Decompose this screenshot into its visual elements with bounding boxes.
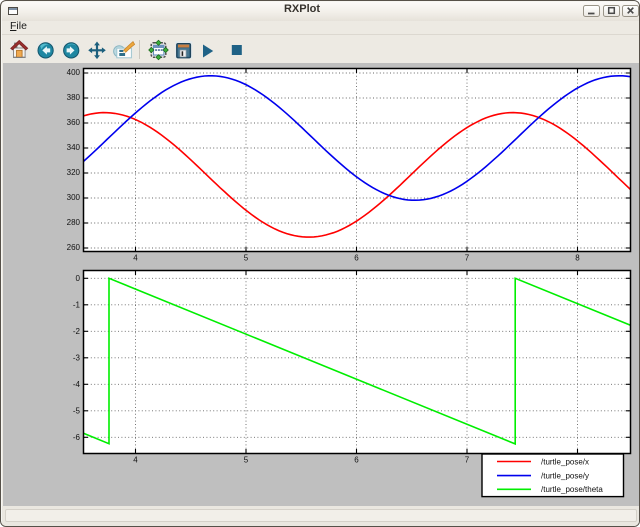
svg-text:-1: -1 (73, 301, 81, 310)
svg-text:6: 6 (354, 254, 359, 263)
svg-text:-3: -3 (73, 354, 81, 363)
svg-text:7: 7 (465, 254, 470, 263)
svg-text:/turtle_pose/theta: /turtle_pose/theta (541, 485, 603, 494)
svg-text:4: 4 (133, 254, 138, 263)
svg-text:5: 5 (244, 456, 249, 465)
svg-text:380: 380 (67, 93, 81, 102)
svg-text:280: 280 (67, 218, 81, 227)
svg-text:360: 360 (67, 118, 81, 127)
svg-text:/turtle_pose/x: /turtle_pose/x (541, 457, 589, 466)
svg-text:-6: -6 (73, 433, 81, 442)
svg-text:4: 4 (133, 456, 138, 465)
svg-text:-2: -2 (73, 327, 81, 336)
svg-text:8: 8 (575, 254, 580, 263)
svg-text:5: 5 (244, 254, 249, 263)
svg-text:300: 300 (67, 193, 81, 202)
svg-text:-4: -4 (73, 380, 81, 389)
svg-text:340: 340 (67, 143, 81, 152)
svg-text:260: 260 (67, 243, 81, 252)
svg-text:400: 400 (67, 68, 81, 77)
svg-text:6: 6 (354, 456, 359, 465)
svg-text:/turtle_pose/y: /turtle_pose/y (541, 472, 589, 481)
svg-text:-5: -5 (73, 407, 81, 416)
svg-text:0: 0 (76, 274, 81, 283)
svg-text:7: 7 (465, 456, 470, 465)
svg-text:320: 320 (67, 168, 81, 177)
